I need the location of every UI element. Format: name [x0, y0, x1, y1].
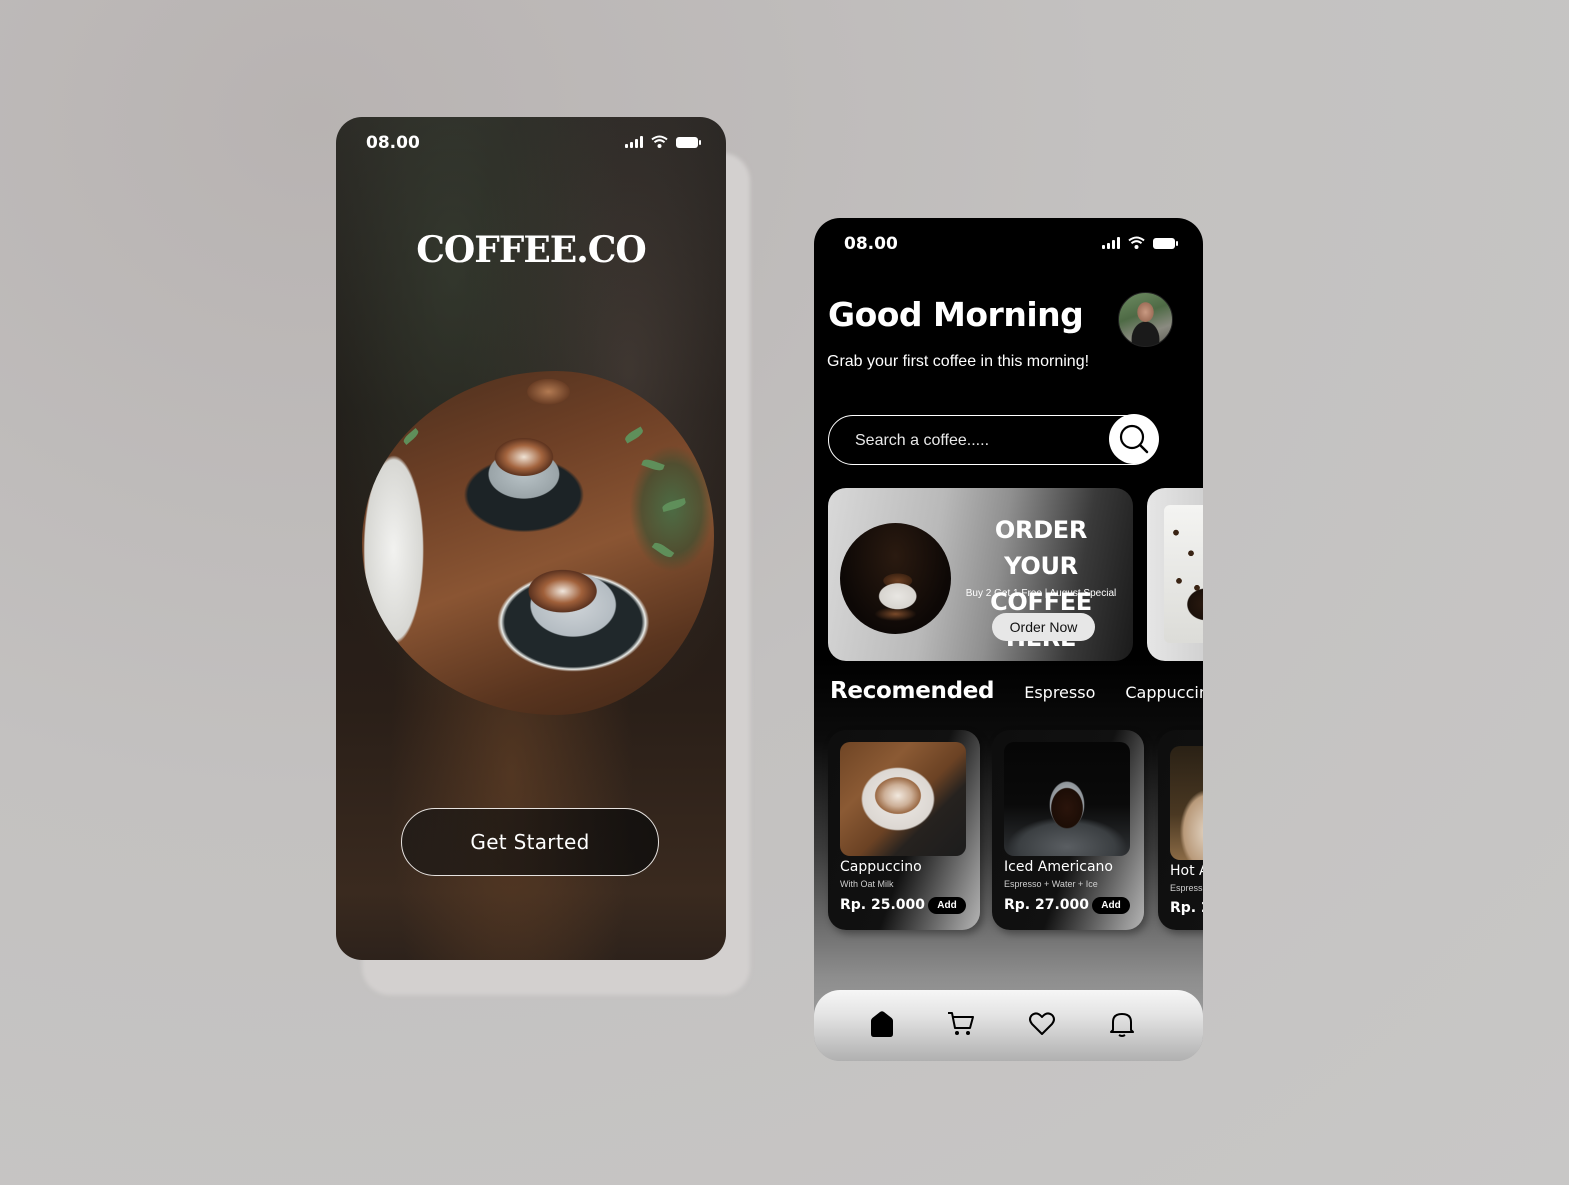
get-started-button[interactable]: Get Started: [401, 808, 659, 876]
search-icon: [1119, 424, 1149, 454]
promo-banner[interactable]: ORDER YOUR COFFEE HERE Buy 2 Get 1 Free …: [828, 488, 1133, 661]
promo-subtitle: Buy 2 Get 1 Free | August Special: [965, 588, 1117, 599]
nav-home[interactable]: [868, 1010, 896, 1038]
status-bar: 08.00: [336, 117, 726, 167]
product-image: [1170, 746, 1203, 860]
product-price: Rp. 2: [1170, 900, 1203, 916]
order-now-button[interactable]: Order Now: [992, 613, 1095, 641]
search-button[interactable]: [1109, 414, 1159, 464]
bell-icon: [1110, 1013, 1134, 1037]
status-time: 08.00: [366, 133, 420, 153]
status-icons: [625, 135, 701, 148]
product-card[interactable]: Hot A Espress Rp. 2: [1158, 730, 1203, 930]
promo-banner-next[interactable]: [1147, 488, 1203, 661]
product-price: Rp. 27.000: [1004, 897, 1090, 913]
hero-coffee-image: [362, 371, 714, 715]
tab-recomended[interactable]: Recomended: [830, 678, 995, 704]
product-price: Rp. 25.000: [840, 897, 926, 913]
nav-favorites[interactable]: [1028, 1010, 1056, 1038]
nav-cart[interactable]: [947, 1010, 975, 1038]
status-bar: 08.00: [814, 218, 1203, 268]
status-time: 08.00: [844, 234, 898, 254]
cart-icon: [948, 1012, 974, 1035]
battery-icon: [676, 137, 701, 148]
product-desc: With Oat Milk: [840, 879, 894, 889]
product-image: [1004, 742, 1130, 856]
promo-coffee-image: [840, 523, 951, 634]
greeting-title: Good Morning: [828, 295, 1084, 334]
signal-icon: [1102, 237, 1120, 249]
bottom-nav: [814, 990, 1203, 1061]
product-name: Cappuccino: [840, 859, 922, 875]
product-name: Iced Americano: [1004, 859, 1113, 875]
coffee-beans-image: [1164, 505, 1203, 643]
add-button[interactable]: Add: [1092, 897, 1130, 914]
wifi-icon: [1128, 236, 1145, 249]
product-card[interactable]: Cappuccino With Oat Milk Rp. 25.000 Add: [828, 730, 980, 930]
heart-icon: [1029, 1012, 1055, 1035]
status-icons: [1102, 236, 1178, 249]
tab-cappuccino[interactable]: Cappuccino: [1125, 683, 1203, 702]
search-bar: [828, 414, 1159, 465]
product-card[interactable]: Iced Americano Espresso + Water + Ice Rp…: [992, 730, 1144, 930]
tab-espresso[interactable]: Espresso: [1024, 683, 1095, 702]
product-name: Hot A: [1170, 863, 1203, 879]
splash-screen: 08.00 COFFEE.CO Get Started: [336, 117, 726, 960]
home-icon: [871, 1011, 893, 1037]
signal-icon: [625, 136, 643, 148]
product-desc: Espresso + Water + Ice: [1004, 879, 1098, 889]
wifi-icon: [651, 135, 668, 148]
promo-title-line1: ORDER YOUR: [994, 516, 1088, 580]
avatar[interactable]: [1118, 292, 1173, 347]
product-desc: Espress: [1170, 883, 1203, 893]
add-button[interactable]: Add: [928, 897, 966, 914]
home-screen: 08.00 Good Morning Grab your first coffe…: [814, 218, 1203, 1061]
brand-logo: COFFEE.CO: [416, 229, 647, 271]
nav-notifications[interactable]: [1108, 1010, 1136, 1038]
greeting-subtitle: Grab your first coffee in this morning!: [827, 353, 1090, 370]
search-input[interactable]: [853, 428, 1087, 454]
category-tabs: Recomended Espresso Cappuccino: [830, 678, 1203, 704]
battery-icon: [1153, 238, 1178, 249]
product-image: [840, 742, 966, 856]
